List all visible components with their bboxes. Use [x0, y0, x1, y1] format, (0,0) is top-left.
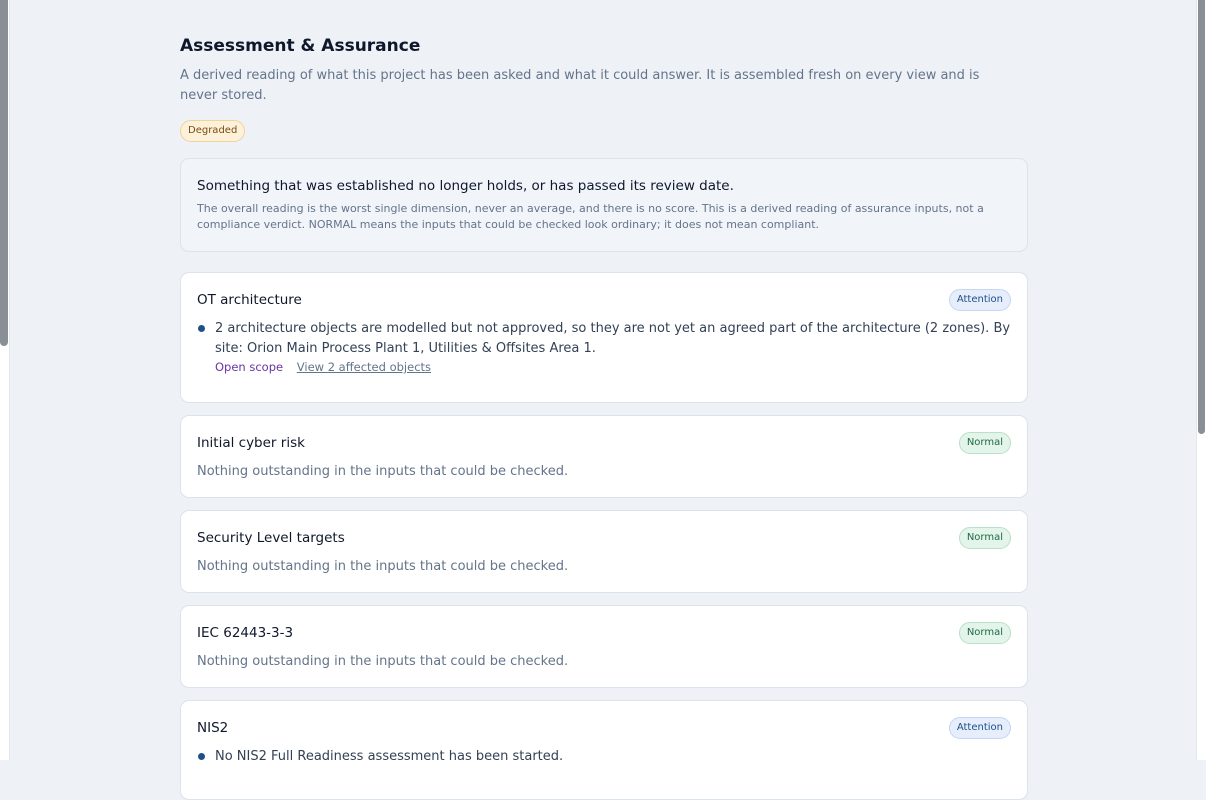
- page-scrollbar-thumb[interactable]: [1198, 0, 1205, 434]
- status-badge-degraded: Degraded: [180, 120, 246, 142]
- dimension-title: OT architecture: [197, 292, 302, 308]
- page-title: Assessment & Assurance: [180, 36, 421, 56]
- open-scope-link[interactable]: Open scope: [215, 360, 283, 374]
- dimension-card-ot-architecture: OT architecture Attention 2 architecture…: [180, 272, 1028, 403]
- status-badge-attention: Attention: [948, 717, 1011, 739]
- left-scrollbar-thumb[interactable]: [0, 0, 8, 346]
- status-badge-normal: Normal: [958, 432, 1011, 454]
- dimension-body: Nothing outstanding in the inputs that c…: [197, 654, 569, 669]
- dimension-title: Initial cyber risk: [197, 435, 305, 451]
- bullet-dot-icon: [198, 753, 205, 760]
- dimension-title: NIS2: [197, 720, 229, 736]
- dimension-card-iec-62443-3-3: IEC 62443-3-3 Normal Nothing outstanding…: [180, 605, 1028, 688]
- dimension-card-security-level-targets: Security Level targets Normal Nothing ou…: [180, 510, 1028, 593]
- page-subtitle: A derived reading of what this project h…: [180, 68, 980, 103]
- dimension-card-nis2: NIS2 Attention No NIS2 Full Readiness as…: [180, 700, 1028, 800]
- finding-item: 2 architecture objects are modelled but …: [197, 319, 1011, 375]
- summary-headline: Something that was established no longer…: [197, 178, 734, 194]
- status-badge-normal: Normal: [958, 622, 1011, 644]
- bullet-dot-icon: [198, 325, 205, 332]
- dimension-body: Nothing outstanding in the inputs that c…: [197, 559, 569, 574]
- summary-note: The overall reading is the worst single …: [197, 202, 984, 231]
- left-scrollbar[interactable]: [0, 0, 10, 760]
- finding-text: No NIS2 Full Readiness assessment has be…: [215, 749, 564, 764]
- assessment-panel: Assessment & Assurance A derived reading…: [180, 30, 1028, 252]
- status-badge-attention: Attention: [948, 289, 1011, 311]
- dimension-title: IEC 62443-3-3: [197, 625, 294, 641]
- dimension-body: Nothing outstanding in the inputs that c…: [197, 464, 569, 479]
- status-badge-normal: Normal: [958, 527, 1011, 549]
- finding-item: No NIS2 Full Readiness assessment has be…: [197, 747, 1011, 767]
- finding-text: 2 architecture objects are modelled but …: [215, 321, 1011, 356]
- page-scrollbar[interactable]: [1196, 0, 1206, 760]
- view-affected-objects-link[interactable]: View 2 affected objects: [297, 360, 431, 374]
- overall-status: Degraded: [180, 118, 1028, 142]
- summary-box: Something that was established no longer…: [180, 158, 1028, 252]
- dimension-card-initial-cyber-risk: Initial cyber risk Normal Nothing outsta…: [180, 415, 1028, 498]
- dimension-title: Security Level targets: [197, 530, 345, 546]
